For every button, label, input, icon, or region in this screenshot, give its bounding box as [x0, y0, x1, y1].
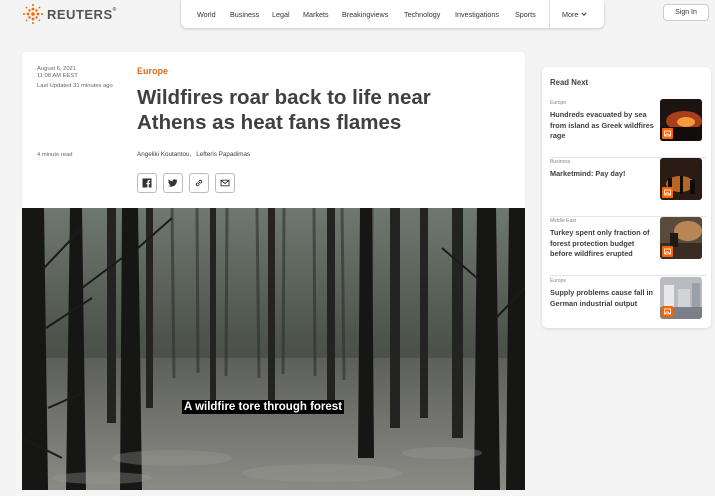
- gallery-badge-icon: [662, 128, 673, 139]
- share-twitter-button[interactable]: [163, 173, 183, 193]
- gallery-badge-icon: [662, 246, 673, 257]
- nav-more-label: More: [562, 9, 579, 19]
- read-next-item[interactable]: Business Marketmind: Pay day!: [550, 158, 707, 217]
- article-date: August 6, 2021: [37, 66, 76, 72]
- section-link-europe[interactable]: Europe: [137, 66, 168, 76]
- reuters-logo[interactable]: REUTERS®: [22, 3, 117, 25]
- read-next-thumbnail[interactable]: [660, 277, 702, 319]
- read-next-thumbnail[interactable]: [660, 217, 702, 259]
- video-caption: A wildfire tore through forest: [182, 400, 345, 414]
- share-link-button[interactable]: [189, 173, 209, 193]
- reuters-dot-icon: [23, 4, 43, 24]
- link-icon: [195, 179, 203, 187]
- read-next-title: Read Next: [550, 78, 589, 87]
- nav-item-legal[interactable]: Legal: [272, 10, 290, 19]
- email-icon: [220, 179, 230, 187]
- read-next-item[interactable]: Europe Supply problems cause fall in Ger…: [550, 277, 707, 336]
- share-bar: [137, 173, 235, 193]
- sign-in-button[interactable]: Sign In: [663, 4, 709, 21]
- read-next-thumbnail[interactable]: [660, 158, 702, 200]
- read-next-category: Business: [550, 159, 571, 165]
- read-next-panel: Read Next Europe Hundreds evacuated by s…: [542, 67, 711, 328]
- article-authors: Angeliki Koutantou, Lefteris Papadimas: [137, 151, 250, 158]
- read-next-headline[interactable]: Turkey spent only fraction of forest pro…: [550, 228, 658, 260]
- read-next-category: Europe: [550, 278, 567, 284]
- read-next-item[interactable]: Middle East Turkey spent only fraction o…: [550, 217, 707, 276]
- nav-more-button[interactable]: More: [562, 0, 587, 28]
- top-navigation: World Business Legal Markets Breakingvie…: [181, 0, 604, 28]
- gallery-badge-icon: [662, 306, 673, 317]
- nav-item-business[interactable]: Business: [230, 10, 259, 19]
- nav-item-sports[interactable]: Sports: [515, 10, 536, 19]
- share-facebook-button[interactable]: [137, 173, 157, 193]
- burnt-forest-image: [22, 208, 525, 490]
- author-link[interactable]: Angeliki Koutantou,: [137, 151, 191, 158]
- read-next-item[interactable]: Europe Hundreds evacuated by sea from is…: [550, 99, 707, 158]
- article-video-player[interactable]: A wildfire tore through forest: [22, 208, 525, 490]
- nav-item-world[interactable]: World: [197, 10, 216, 19]
- gallery-badge-icon: [662, 187, 673, 198]
- article-read-time: 4 minute read: [37, 152, 73, 158]
- facebook-icon: [142, 178, 152, 188]
- nav-item-investigations[interactable]: Investigations: [455, 10, 499, 19]
- nav-item-markets[interactable]: Markets: [303, 10, 329, 19]
- article-time: 11:08 AM EEST: [37, 73, 78, 79]
- chevron-down-icon: [581, 12, 587, 16]
- twitter-icon: [168, 179, 178, 187]
- read-next-category: Middle East: [550, 218, 577, 224]
- nav-divider: [549, 0, 550, 28]
- reuters-wordmark: REUTERS®: [47, 6, 117, 22]
- read-next-headline[interactable]: Hundreds evacuated by sea from island as…: [550, 110, 658, 142]
- nav-item-breakingviews[interactable]: Breakingviews: [342, 10, 388, 19]
- read-next-headline[interactable]: Marketmind: Pay day!: [550, 169, 658, 180]
- read-next-headline[interactable]: Supply problems cause fall in German ind…: [550, 288, 658, 309]
- article-headline: Wildfires roar back to life near Athens …: [137, 86, 431, 134]
- read-next-thumbnail[interactable]: [660, 99, 702, 141]
- article-header: August 6, 2021 11:08 AM EEST Last Update…: [22, 52, 525, 208]
- article-last-updated: Last Updated 31 minutes ago: [37, 83, 113, 89]
- author-link[interactable]: Lefteris Papadimas: [196, 151, 250, 158]
- share-email-button[interactable]: [215, 173, 235, 193]
- read-next-category: Europe: [550, 100, 567, 106]
- nav-item-technology[interactable]: Technology: [404, 10, 440, 19]
